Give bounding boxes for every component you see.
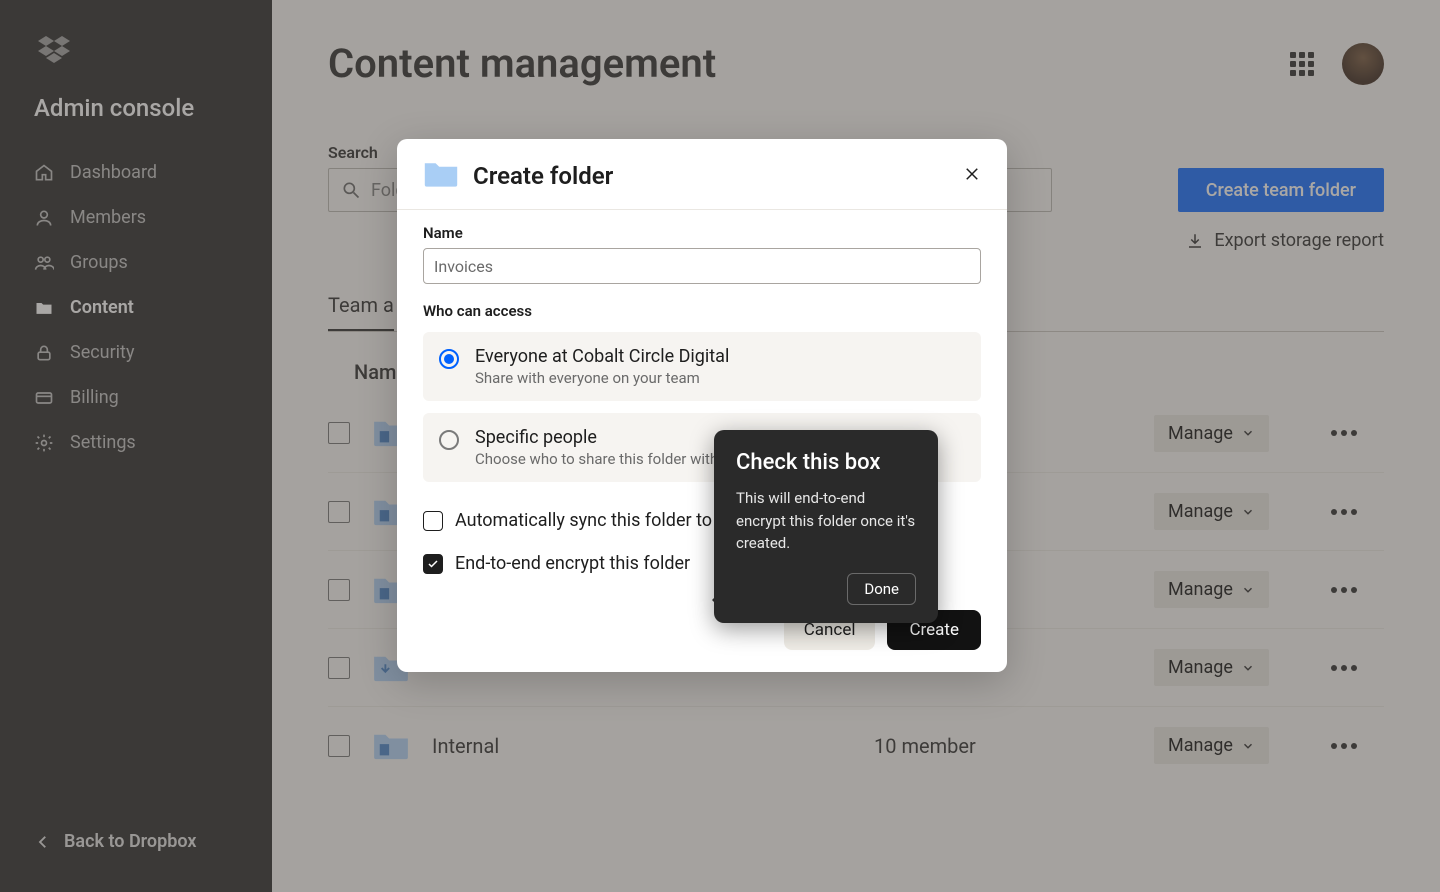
checkmark-icon [427,558,439,570]
option-desc: Share with everyone on your team [475,369,729,387]
option-desc: Choose who to share this folder with [475,450,718,468]
tooltip-done-button[interactable]: Done [847,573,916,605]
folder-icon [423,159,459,193]
tooltip-body: This will end-to-end encrypt this folder… [736,487,916,555]
checkbox-icon[interactable] [423,511,443,531]
close-button[interactable] [963,165,981,187]
close-icon [963,165,981,183]
folder-name-input[interactable] [423,248,981,284]
tooltip-title: Check this box [736,450,916,475]
checkbox-label: Automatically sync this folder to m [455,510,732,531]
tooltip-popover: Check this box This will end-to-end encr… [714,430,938,623]
radio-icon [439,430,459,450]
modal-title: Create folder [473,162,613,190]
access-option-everyone[interactable]: Everyone at Cobalt Circle Digital Share … [423,332,981,401]
option-title: Specific people [475,427,718,448]
checkbox-label: End-to-end encrypt this folder [455,553,690,574]
option-title: Everyone at Cobalt Circle Digital [475,346,729,367]
name-field-label: Name [423,224,981,242]
radio-icon [439,349,459,369]
checkbox-icon[interactable] [423,554,443,574]
access-section-label: Who can access [423,302,981,320]
